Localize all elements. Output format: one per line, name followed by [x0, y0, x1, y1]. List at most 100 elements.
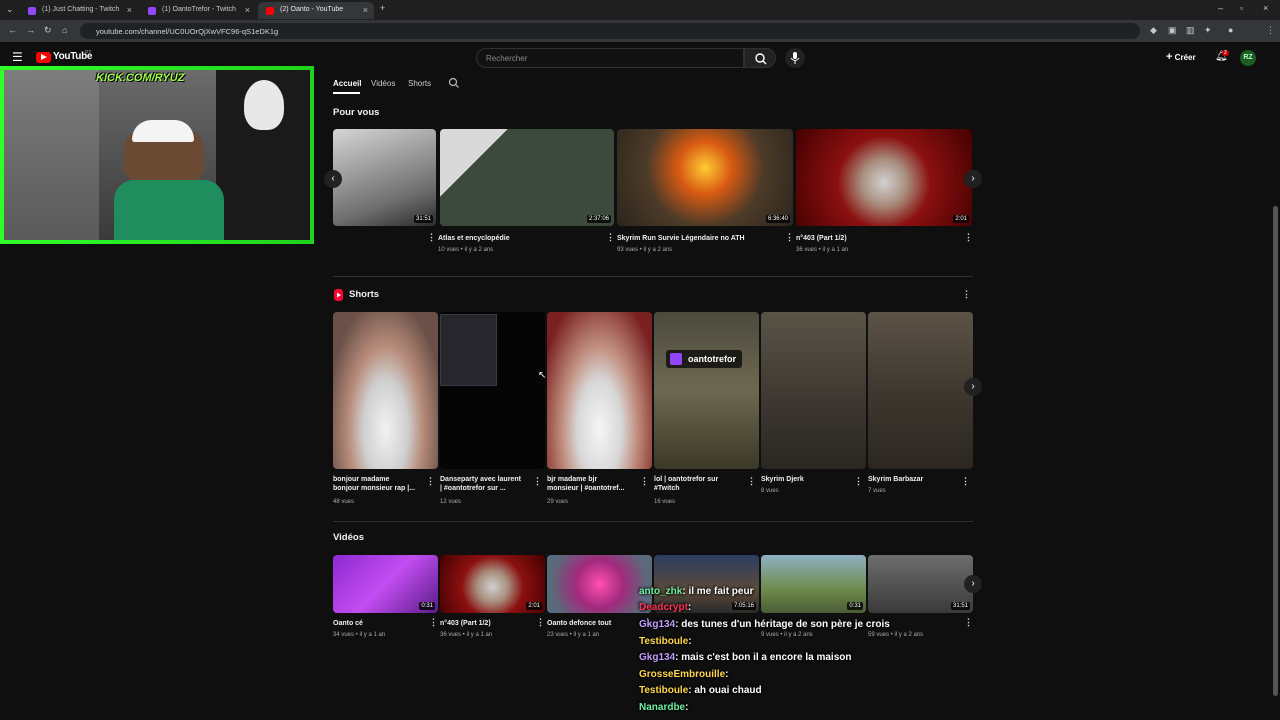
search-button[interactable] [744, 48, 776, 68]
video-thumbnail[interactable]: 2:37:06 [440, 129, 614, 226]
short-thumbnail[interactable]: oantotrefor [654, 312, 759, 469]
close-icon[interactable]: × [363, 5, 368, 15]
page-scrollbar[interactable] [1273, 206, 1278, 696]
video-thumbnail[interactable]: 31:51 [868, 555, 973, 613]
video-thumbnail[interactable]: 31:51 [333, 129, 436, 226]
search-input[interactable]: Rechercher [476, 48, 744, 68]
chat-text: : [685, 702, 689, 713]
close-icon[interactable]: × [245, 5, 250, 15]
short-thumbnail[interactable] [868, 312, 973, 469]
extensions-puzzle-icon[interactable]: ✦ [1204, 25, 1212, 36]
more-options-icon[interactable]: ⋮ [961, 476, 970, 487]
duration-badge: 7:05:16 [731, 602, 756, 610]
url-field[interactable]: youtube.com/channel/UC0UOrQjXwVFC96-qS1e… [80, 23, 1140, 39]
video-thumbnail[interactable]: 6:36:40 [617, 129, 793, 226]
youtube-logo-icon[interactable] [36, 52, 51, 63]
browser-menu-icon[interactable]: ⋮ [1266, 25, 1275, 36]
twitch-channel-badge: oantotrefor [666, 350, 742, 368]
tab-accueil[interactable]: Accueil [333, 79, 361, 88]
video-title[interactable]: Skyrim Run Survie Légendaire no ATH [617, 234, 745, 243]
short-views: 8 vues [761, 488, 779, 494]
carousel-next-button[interactable]: › [964, 575, 982, 593]
video-title[interactable]: Oanto cé [333, 619, 363, 628]
video-thumbnail[interactable]: 2:01 [796, 129, 972, 226]
short-views: 12 vues [440, 499, 462, 505]
reload-icon[interactable]: ↻ [44, 25, 52, 36]
short-views: 7 vues [868, 488, 886, 494]
tab-label: (1) OantoTrefor - Twitch [162, 6, 236, 13]
more-options-icon[interactable]: ⋮ [785, 232, 794, 243]
close-icon[interactable]: × [127, 5, 132, 15]
video-thumbnail[interactable]: 0:31 [761, 555, 866, 613]
more-options-icon[interactable]: ⋮ [854, 476, 863, 487]
active-tab-indicator [333, 92, 360, 94]
profile-icon[interactable]: ● [1228, 25, 1233, 35]
short-title[interactable]: Danseparty avec laurent | #oantotrefor su… [440, 475, 521, 493]
back-icon[interactable]: ← [8, 25, 17, 35]
short-thumbnail[interactable] [547, 312, 652, 469]
short-thumbnail[interactable] [440, 312, 545, 469]
short-views: 48 vues [333, 499, 355, 505]
chat-username: Gkg134 [639, 652, 676, 663]
more-options-icon[interactable]: ⋮ [536, 617, 545, 628]
tab-videos[interactable]: Vidéos [371, 79, 395, 88]
video-thumbnail[interactable]: 2:01 [440, 555, 545, 613]
section-divider [333, 521, 973, 522]
video-title[interactable]: Oanto defonce tout [547, 619, 611, 628]
video-meta: 36 vues • il y a 1 an [796, 247, 849, 253]
more-options-icon[interactable]: ⋮ [964, 617, 973, 628]
create-button[interactable]: + Créer [1166, 51, 1196, 63]
browser-tab-just-chatting[interactable]: (1) Just Chatting - Twitch × [20, 2, 138, 19]
section-pour-vous-title: Pour vous [333, 107, 380, 118]
channel-search-icon[interactable] [448, 77, 460, 89]
more-options-icon[interactable]: ⋮ [747, 476, 756, 487]
video-title[interactable]: Atlas et encyclopédie [438, 234, 510, 243]
more-options-icon[interactable]: ⋮ [429, 617, 438, 628]
video-title[interactable]: n°403 (Part 1/2) [440, 619, 491, 628]
minimize-button[interactable]: – [1218, 3, 1223, 13]
forward-icon[interactable]: → [26, 25, 35, 35]
more-options-icon[interactable]: ⋮ [427, 232, 436, 243]
more-options-icon[interactable]: ⋮ [962, 289, 971, 300]
browser-tab-youtube[interactable]: (2) Oanto - YouTube × [258, 2, 374, 19]
menu-icon[interactable]: ☰ [12, 50, 23, 64]
chat-message: anto_zhk: il me fait peur [639, 586, 753, 597]
carousel-next-button[interactable]: › [964, 378, 982, 396]
extension-icon[interactable]: ▣ [1168, 25, 1177, 36]
video-thumbnail[interactable]: 0:31 [333, 555, 438, 613]
extension-icon[interactable]: ◆ [1150, 25, 1157, 36]
extension-icon[interactable]: ▥ [1186, 25, 1195, 36]
voice-search-button[interactable] [785, 48, 805, 68]
more-options-icon[interactable]: ⋮ [533, 476, 542, 487]
duration-badge: 0:31 [419, 602, 435, 610]
more-options-icon[interactable]: ⋮ [606, 232, 615, 243]
avatar[interactable]: RZ [1240, 50, 1256, 66]
short-title-line: bjr madame bjr [547, 476, 598, 483]
more-options-icon[interactable]: ⋮ [640, 476, 649, 487]
new-tab-button[interactable]: + [380, 3, 385, 13]
short-title[interactable]: bonjour madame bonjour monsieur rap |... [333, 475, 415, 493]
more-options-icon[interactable]: ⋮ [426, 476, 435, 487]
short-title[interactable]: lol | oantotrefor sur #Twitch [654, 475, 718, 493]
tab-search-icon[interactable]: ⌄ [6, 4, 14, 15]
maximize-button[interactable]: ▫ [1240, 3, 1243, 13]
short-title[interactable]: bjr madame bjr monsieur | #oantotref... [547, 475, 624, 493]
close-window-button[interactable]: × [1263, 3, 1268, 13]
video-thumbnail[interactable] [547, 555, 652, 613]
tab-shorts[interactable]: Shorts [408, 79, 431, 88]
carousel-prev-button[interactable]: ‹ [324, 170, 342, 188]
short-thumbnail[interactable] [333, 312, 438, 469]
short-title-line: bonjour monsieur rap |... [333, 485, 416, 492]
chat-text: : [687, 602, 692, 613]
short-thumbnail[interactable] [761, 312, 866, 469]
carousel-next-button[interactable]: › [964, 170, 982, 188]
short-title[interactable]: Skyrim Barbazar [868, 475, 923, 484]
more-options-icon[interactable]: ⋮ [964, 232, 973, 243]
create-label: Créer [1174, 53, 1196, 62]
short-title[interactable]: Skyrim Djerk [761, 475, 804, 484]
mouse-cursor: ↖ [538, 370, 547, 381]
browser-tab-oantotrefor[interactable]: (1) OantoTrefor - Twitch × [140, 2, 256, 19]
video-title[interactable]: n°403 (Part 1/2) [796, 234, 847, 243]
short-views: 29 vues [547, 499, 569, 505]
home-icon[interactable]: ⌂ [62, 25, 67, 35]
